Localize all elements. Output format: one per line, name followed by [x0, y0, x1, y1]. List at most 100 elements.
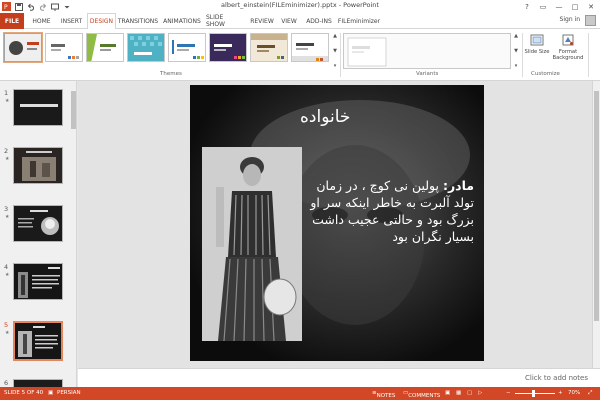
slide-thumbnail-3[interactable] [13, 205, 63, 242]
comments-toggle[interactable]: ▭ COMMENTS [403, 390, 440, 399]
zoom-in-icon[interactable]: + [558, 390, 563, 396]
group-divider [340, 33, 341, 77]
slideshow-view-icon[interactable]: ▷ [478, 390, 482, 396]
maximize-icon[interactable]: □ [568, 1, 582, 13]
avatar[interactable] [585, 15, 596, 26]
animation-star-icon: ★ [5, 98, 10, 104]
scroll-up-icon[interactable]: ▲ [333, 33, 337, 39]
minimize-icon[interactable]: — [552, 1, 566, 13]
scroll-down-icon[interactable]: ▼ [333, 48, 337, 54]
variants-gallery-scroll[interactable]: ▲ ▼ ▾ [512, 33, 520, 69]
editor-scrollbar[interactable] [592, 81, 600, 368]
tab-home[interactable]: HOME [27, 13, 56, 29]
tab-insert[interactable]: INSERT [57, 13, 86, 29]
notes-toggle[interactable]: ≡ NOTES [372, 390, 395, 399]
tab-design[interactable]: DESIGN [87, 13, 116, 30]
gallery-more-icon[interactable]: ▾ [334, 63, 337, 69]
slides-panel-scrollbar[interactable] [70, 81, 76, 387]
slide-number: 6 [4, 379, 9, 387]
slide-body-text[interactable]: مادر: پولین نی کوچ ، در زمان تولد آلبرت … [304, 177, 474, 245]
format-background-label: Format Background [552, 49, 584, 61]
scroll-up-icon[interactable]: ▲ [514, 33, 518, 39]
tab-animations[interactable]: ANIMATIONS [162, 13, 202, 29]
proofing-icon[interactable]: ▣ [48, 390, 53, 396]
slide-size-label: Slide Size [524, 49, 550, 55]
sign-in-link[interactable]: Sign in [560, 16, 580, 23]
notes-toggle-label: NOTES [376, 393, 396, 399]
slide-thumbnail-2[interactable] [13, 147, 63, 184]
tab-view[interactable]: VIEW [279, 13, 299, 29]
theme-integral[interactable] [127, 33, 165, 62]
title-bar: P albert_einstein(FILEminimizer).pptx - … [0, 0, 600, 13]
scroll-down-icon[interactable]: ▼ [514, 48, 518, 54]
slide-thumbnail-4[interactable] [13, 263, 63, 300]
slide-size-icon [530, 34, 544, 46]
theme-office-current[interactable] [3, 32, 43, 63]
slide-number: 4 [4, 263, 9, 271]
normal-view-icon[interactable]: ▣ [445, 390, 450, 396]
tab-file[interactable]: FILE [0, 13, 24, 29]
slide-editor: خانواده مادر: پولین نی کوچ ، در زمان تول… [78, 81, 600, 368]
notes-placeholder[interactable]: Click to add notes [525, 374, 588, 382]
window-controls: ? ▭ — □ ✕ [520, 0, 598, 13]
tab-slide-show[interactable]: SLIDE SHOW [206, 13, 244, 29]
slide-sorter-icon[interactable]: ▦ [456, 390, 461, 396]
group-divider [588, 33, 589, 77]
ribbon-design: ▲ ▼ ▾ Themes ▲ ▼ ▾ Variants Slide Size F… [0, 29, 600, 81]
group-divider [522, 33, 523, 77]
tab-add-ins[interactable]: ADD-INS [303, 13, 335, 29]
comments-toggle-label: COMMENTS [408, 393, 441, 399]
tab-review[interactable]: REVIEW [248, 13, 276, 29]
slide-number: 1 [4, 89, 9, 97]
zoom-slider-track[interactable] [515, 393, 555, 394]
slide-counter: SLIDE 5 OF 40 [4, 390, 44, 396]
window-title: albert_einstein(FILEminimizer).pptx - Po… [221, 1, 379, 9]
format-background-button[interactable]: Format Background [551, 33, 585, 73]
themes-gallery-scroll[interactable]: ▲ ▼ ▾ [331, 33, 339, 69]
tab-fileminimizer[interactable]: FILEminimizer [338, 13, 380, 29]
slide-number: 2 [4, 147, 9, 155]
scrollbar-thumb[interactable] [71, 91, 76, 129]
powerpoint-window: P albert_einstein(FILEminimizer).pptx - … [0, 0, 600, 400]
ribbon-display-icon[interactable]: ▭ [536, 1, 550, 13]
zoom-out-icon[interactable]: − [506, 390, 511, 396]
theme-facet[interactable] [86, 33, 124, 62]
slide-number: 3 [4, 205, 9, 213]
zoom-level[interactable]: 70% [568, 390, 580, 396]
theme-ion-boardroom[interactable] [209, 33, 247, 62]
animation-star-icon: ★ [5, 272, 10, 278]
gallery-more-icon[interactable]: ▾ [515, 63, 518, 69]
slide-title[interactable]: خانواده [300, 107, 350, 127]
customize-group-label: Customize [531, 71, 560, 77]
scrollbar-thumb[interactable] [594, 91, 599, 321]
notes-pane[interactable]: Click to add notes [78, 368, 600, 387]
slide-thumbnail-6[interactable] [13, 379, 63, 387]
slide-thumbnail-1[interactable] [13, 89, 63, 126]
slide-thumbnail-5[interactable] [13, 321, 63, 361]
language-indicator[interactable]: PERSIAN [57, 390, 81, 396]
tab-transitions[interactable]: TRANSITIONS [117, 13, 159, 29]
help-icon[interactable]: ? [520, 1, 534, 13]
themes-group-label: Themes [160, 71, 182, 77]
slide-size-button[interactable]: Slide Size [524, 33, 550, 73]
paint-bucket-icon [562, 34, 574, 46]
body-label: مادر: [442, 178, 474, 193]
theme-retrospect[interactable] [291, 33, 329, 62]
theme-organic[interactable] [250, 33, 288, 62]
current-slide[interactable]: خانواده مادر: پولین نی کوچ ، در زمان تول… [190, 85, 484, 361]
reading-view-icon[interactable]: ▢ [467, 390, 472, 396]
mother-photo[interactable] [202, 147, 302, 341]
slides-thumbnail-panel[interactable]: 1 ★ 2 ★ 3 ★ 4 ★ 5 ★ 6 [0, 81, 77, 387]
animation-star-icon: ★ [5, 156, 10, 162]
variants-gallery[interactable] [343, 33, 511, 69]
status-bar: SLIDE 5 OF 40 ▣ PERSIAN ≡ NOTES ▭ COMMEN… [0, 387, 600, 400]
zoom-slider-handle[interactable] [532, 390, 535, 397]
theme-ion[interactable] [168, 33, 206, 62]
animation-star-icon: ★ [5, 330, 10, 336]
variants-group-label: Variants [416, 71, 439, 77]
ribbon-tabs: FILE HOME INSERT DESIGN TRANSITIONS ANIM… [0, 13, 600, 30]
close-icon[interactable]: ✕ [584, 1, 598, 13]
fit-slide-icon[interactable]: ⤢ [588, 390, 592, 397]
animation-star-icon: ★ [5, 214, 10, 220]
theme-office[interactable] [45, 33, 83, 62]
